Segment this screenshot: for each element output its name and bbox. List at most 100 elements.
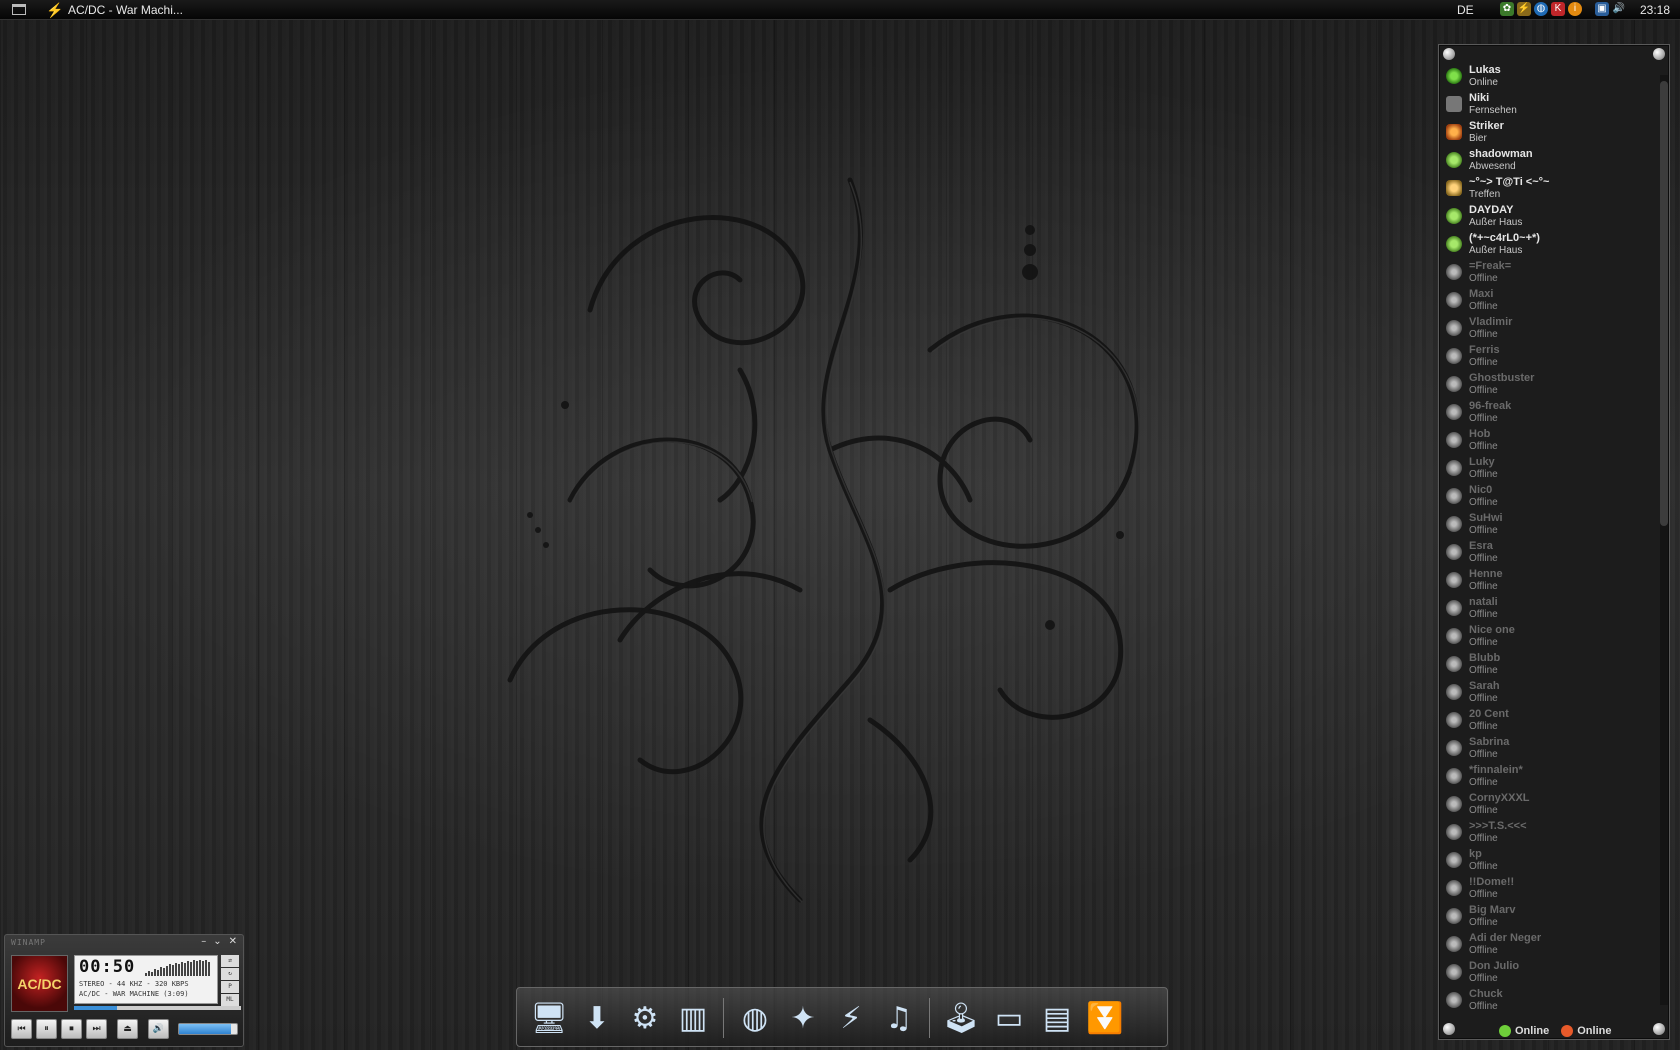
leaf-icon[interactable]: ✿: [1500, 2, 1514, 16]
contact-item[interactable]: 20 Cent Offline: [1443, 707, 1651, 735]
music-note-icon[interactable]: ♫: [877, 996, 921, 1040]
status-off-icon: [1446, 516, 1462, 532]
spectrum-visualizer[interactable]: [145, 960, 213, 976]
contact-item[interactable]: Ferris Offline: [1443, 343, 1651, 371]
contact-item[interactable]: Sarah Offline: [1443, 679, 1651, 707]
recycle-bin-icon[interactable]: ▥: [671, 996, 715, 1040]
pause-button[interactable]: ⏸: [36, 1019, 57, 1039]
joystick-icon[interactable]: 🕹: [939, 996, 983, 1040]
playlist-button[interactable]: P: [221, 981, 239, 993]
contact-item[interactable]: Chuck Offline: [1443, 987, 1651, 1015]
music-note-glyph: ♫: [885, 1000, 913, 1036]
clock[interactable]: 23:18: [1640, 3, 1670, 17]
volume-icon[interactable]: 🔊: [1612, 2, 1626, 16]
seek-bar[interactable]: [74, 1006, 241, 1010]
contact-item[interactable]: Big Marv Offline: [1443, 903, 1651, 931]
contact-item[interactable]: Blubb Offline: [1443, 651, 1651, 679]
contact-item[interactable]: Henne Offline: [1443, 567, 1651, 595]
lightning-glyph: ⚡: [840, 1000, 862, 1036]
eject-button[interactable]: ⏏: [117, 1019, 138, 1039]
visualizer-bar: [193, 960, 195, 976]
minimize-button[interactable]: –: [201, 936, 206, 947]
contact-item[interactable]: Adi der Neger Offline: [1443, 931, 1651, 959]
contact-item[interactable]: natali Offline: [1443, 595, 1651, 623]
contact-item[interactable]: Don Julio Offline: [1443, 959, 1651, 987]
info-icon[interactable]: i: [1568, 2, 1582, 16]
contact-item[interactable]: Sabrina Offline: [1443, 735, 1651, 763]
elapsed-time[interactable]: 00:50: [79, 957, 135, 977]
contact-item[interactable]: Esra Offline: [1443, 539, 1651, 567]
contact-item[interactable]: kp Offline: [1443, 847, 1651, 875]
contact-status: Offline: [1469, 665, 1498, 676]
taskbar-window-button[interactable]: ⚡ AC/DC - War Machi...: [46, 1, 183, 19]
downloads-icon[interactable]: ⬇: [575, 996, 619, 1040]
scrollbar-thumb[interactable]: [1660, 81, 1668, 526]
contact-item[interactable]: (*+~c4rL0~+*) Außer Haus: [1443, 231, 1651, 259]
language-indicator[interactable]: DE: [1457, 3, 1474, 17]
contact-item[interactable]: !!Dome!! Offline: [1443, 875, 1651, 903]
contact-item[interactable]: Ghostbuster Offline: [1443, 371, 1651, 399]
document-icon[interactable]: ▤: [1035, 996, 1079, 1040]
mute-button[interactable]: 🔊: [148, 1019, 169, 1039]
contact-item[interactable]: >>>T.S.<<< Offline: [1443, 819, 1651, 847]
contact-item[interactable]: *finnalein* Offline: [1443, 763, 1651, 791]
status-off-icon: [1446, 544, 1462, 560]
contact-item[interactable]: DAYDAY Außer Haus: [1443, 203, 1651, 231]
lightning-icon[interactable]: ⚡: [1517, 2, 1531, 16]
shade-button[interactable]: ⌄: [213, 936, 221, 947]
contact-item[interactable]: Hob Offline: [1443, 427, 1651, 455]
contact-item[interactable]: 96-freak Offline: [1443, 399, 1651, 427]
media-library-button[interactable]: ML: [221, 994, 239, 1006]
contact-item[interactable]: ~°~> T@Ti <~°~ Treffen: [1443, 175, 1651, 203]
status-off-icon: [1446, 768, 1462, 784]
contact-status: Offline: [1469, 469, 1498, 480]
contact-name: Adi der Neger: [1469, 932, 1542, 944]
status-away-icon: [1446, 236, 1462, 252]
computer-icon[interactable]: 🖥: [527, 996, 571, 1040]
desktop-window-icon[interactable]: ▭: [987, 996, 1031, 1040]
contact-status: Offline: [1469, 777, 1498, 788]
corner-knob-icon: [1653, 48, 1665, 60]
contact-name: Lukas: [1469, 64, 1501, 76]
player-display: 00:50 STEREO - 44 KHZ - 320 KBPS AC/DC -…: [74, 955, 218, 1004]
globe-icon[interactable]: ◍: [733, 996, 777, 1040]
seek-bar-fill: [74, 1006, 118, 1010]
firefox-icon[interactable]: ✦: [781, 996, 825, 1040]
status-off-icon: [1446, 712, 1462, 728]
contact-item[interactable]: Lukas Online: [1443, 63, 1651, 91]
shuffle-button[interactable]: ⇄: [221, 955, 239, 967]
settings-gears-icon[interactable]: ⚙: [623, 996, 667, 1040]
globe-icon[interactable]: ◍: [1534, 2, 1548, 16]
contact-item[interactable]: =Freak= Offline: [1443, 259, 1651, 287]
contact-status: Offline: [1469, 525, 1498, 536]
next-button[interactable]: ⏭: [86, 1019, 107, 1039]
status-off-icon: [1446, 572, 1462, 588]
previous-button[interactable]: ⏮: [11, 1019, 32, 1039]
volume-slider[interactable]: [178, 1023, 238, 1035]
contact-item[interactable]: Striker Bier: [1443, 119, 1651, 147]
settings-gears-glyph: ⚙: [631, 1000, 659, 1036]
icq-status-button[interactable]: Online: [1499, 1025, 1549, 1037]
contact-item[interactable]: CornyXXXL Offline: [1443, 791, 1651, 819]
repeat-button[interactable]: ↻: [221, 968, 239, 980]
contact-item[interactable]: Maxi Offline: [1443, 287, 1651, 315]
contact-name: shadowman: [1469, 148, 1533, 160]
contact-item[interactable]: Luky Offline: [1443, 455, 1651, 483]
contact-item[interactable]: Vladimir Offline: [1443, 315, 1651, 343]
contact-item[interactable]: Nice one Offline: [1443, 623, 1651, 651]
msn-status-button[interactable]: Online: [1561, 1025, 1611, 1037]
contact-item[interactable]: Niki Fernsehen: [1443, 91, 1651, 119]
stop-button[interactable]: ⏹: [61, 1019, 82, 1039]
close-button[interactable]: ✕: [229, 936, 237, 947]
playback-controls: ⏮ ⏸ ⏹ ⏭ ⏏ 🔊: [11, 1019, 169, 1039]
contact-item[interactable]: SuHwi Offline: [1443, 511, 1651, 539]
lightning-icon[interactable]: ⚡: [829, 996, 873, 1040]
k-icon[interactable]: K: [1551, 2, 1565, 16]
contact-item[interactable]: Nic0 Offline: [1443, 483, 1651, 511]
contact-item[interactable]: shadowman Abwesend: [1443, 147, 1651, 175]
contact-status: Offline: [1469, 973, 1498, 984]
network-icon[interactable]: ▣: [1595, 2, 1609, 16]
downloader-chevrons-icon[interactable]: ⏬: [1083, 996, 1127, 1040]
contact-name: Luky: [1469, 456, 1495, 468]
start-menu-button[interactable]: [12, 4, 26, 15]
